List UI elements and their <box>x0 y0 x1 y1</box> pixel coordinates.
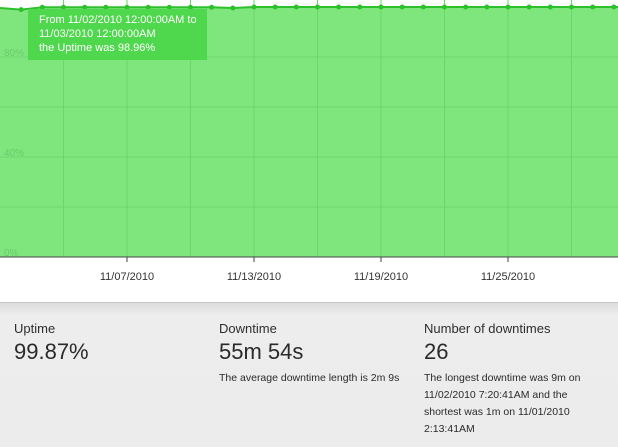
x-tick-label-2: 11/19/2010 <box>354 271 408 283</box>
data-point-24 <box>505 4 511 10</box>
uptime-stat: Uptime 99.87% <box>14 321 204 365</box>
data-point-26 <box>547 4 553 10</box>
data-point-22 <box>463 4 469 10</box>
y-tick-label-0: 80% <box>4 48 24 59</box>
y-tick-label-2: 0% <box>4 248 19 259</box>
downtime-count-note: The longest downtime was 9m on 11/02/201… <box>424 372 581 435</box>
downtime-count-label: Number of downtimes <box>424 321 551 336</box>
downtime-label: Downtime <box>219 321 277 336</box>
downtime-value: 55m 54s <box>219 339 304 364</box>
x-tick-label-0: 11/07/2010 <box>100 271 154 283</box>
uptime-chart: 80% 40% 0% 11/07/2010 11/13/2010 11/19/2010 11… <box>0 0 618 290</box>
data-point-13 <box>272 4 278 10</box>
data-point-15 <box>315 4 320 10</box>
data-point-27 <box>569 4 574 10</box>
data-point-20 <box>420 4 426 10</box>
data-point-29 <box>611 4 617 10</box>
data-point-17 <box>357 4 363 10</box>
stats-panel: Uptime 99.87% Downtime 55m 54s The avera… <box>0 302 618 447</box>
downtime-count-value: 26 <box>424 339 449 364</box>
y-tick-label-1: 40% <box>4 148 24 159</box>
downtime-note: The average downtime length is 2m 9s <box>219 372 400 384</box>
x-tick-label-1: 11/13/2010 <box>227 271 281 283</box>
data-point-28 <box>590 4 596 10</box>
tooltip-line-3: the Uptime was 98.96% <box>39 42 156 54</box>
tooltip-line-2: 11/03/2010 12:00:00AM <box>39 28 156 40</box>
x-tick-label-3: 11/25/2010 <box>481 271 535 283</box>
data-point-10 <box>209 4 215 10</box>
tooltip-line-1: From 11/02/2010 12:00:00AM to <box>39 14 197 26</box>
data-point-21 <box>442 4 447 10</box>
data-point-19 <box>399 4 405 10</box>
chart-tooltip: From 11/02/2010 12:00:00AM to 11/03/2010… <box>28 9 207 60</box>
downtime-stat: Downtime 55m 54s The average downtime le… <box>219 321 409 387</box>
data-point-25 <box>526 4 532 10</box>
data-point-12 <box>251 4 257 10</box>
data-point-23 <box>484 4 490 10</box>
downtime-count-stat: Number of downtimes 26 The longest downt… <box>424 321 604 438</box>
data-point-16 <box>336 4 342 10</box>
data-point-14 <box>293 4 299 10</box>
data-point-1 <box>18 7 24 13</box>
uptime-value: 99.87% <box>14 339 89 364</box>
data-point-18 <box>378 4 384 10</box>
uptime-label: Uptime <box>14 321 56 336</box>
data-point-11 <box>230 5 236 11</box>
